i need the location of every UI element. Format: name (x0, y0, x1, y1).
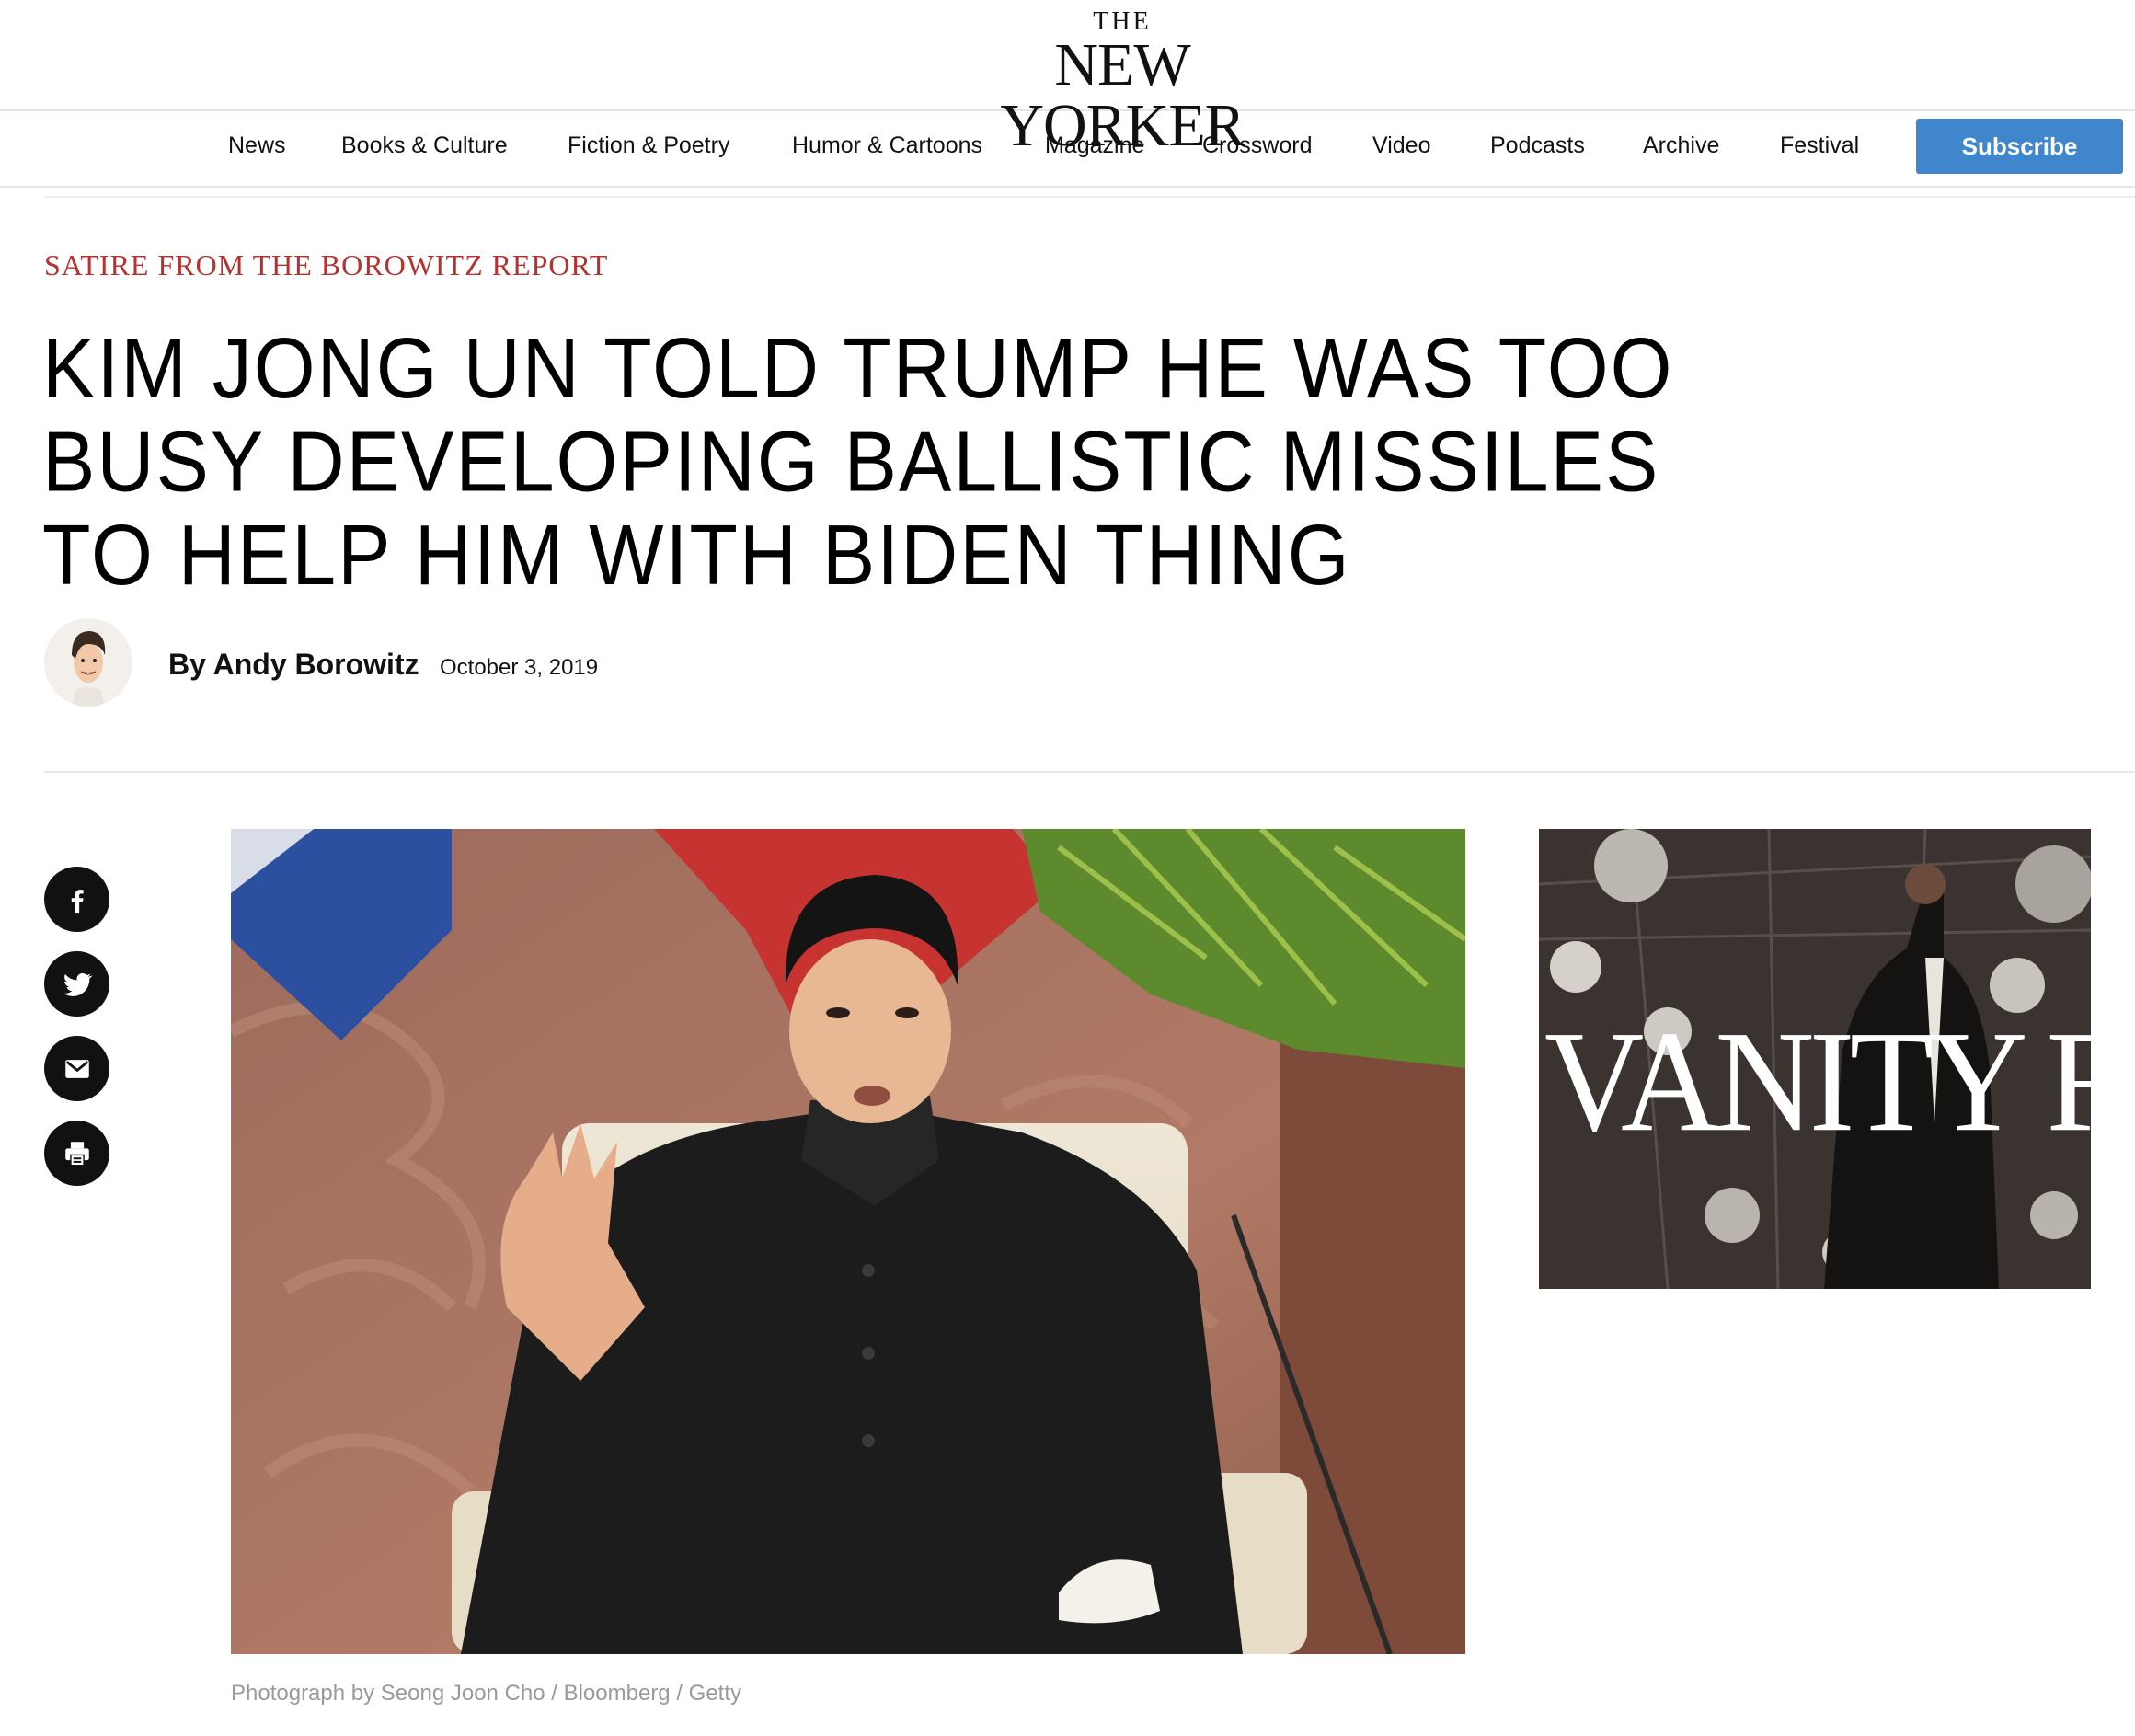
nav-item-fiction-poetry[interactable]: Fiction & Poetry (568, 132, 729, 159)
rubric-link[interactable]: SATIRE FROM THE BOROWITZ REPORT (44, 248, 608, 282)
subscribe-button[interactable]: Subscribe (1916, 119, 2123, 174)
nav-item-news[interactable]: News (228, 132, 286, 159)
nav-item-video[interactable]: Video (1372, 132, 1431, 159)
divider (44, 196, 2135, 198)
divider (44, 771, 2135, 773)
author-avatar[interactable] (44, 618, 132, 707)
author-byline[interactable]: By Andy Borowitz (168, 648, 419, 682)
nav-item-archive[interactable]: Archive (1643, 132, 1719, 159)
lead-photo-image (231, 829, 1465, 1654)
nav-item-crossword[interactable]: Crossword (1202, 132, 1312, 159)
print-button[interactable] (44, 1121, 109, 1186)
publish-date: October 3, 2019 (440, 655, 599, 680)
headline: KIM JONG UN TOLD TRUMP HE WAS TOO BUSY D… (42, 320, 1674, 604)
twitter-share-button[interactable] (44, 951, 109, 1017)
ad-brand-text: VANITY FAI (1544, 1001, 2091, 1162)
nav-item-podcasts[interactable]: Podcasts (1490, 132, 1585, 159)
masthead: THE NEW YORKER (0, 0, 2135, 156)
nav-item-books-culture[interactable]: Books & Culture (341, 132, 508, 159)
nav-item-humor-cartoons[interactable]: Humor & Cartoons (792, 132, 982, 159)
email-icon (64, 1059, 89, 1078)
facebook-share-button[interactable] (44, 867, 109, 932)
twitter-icon (63, 972, 92, 996)
main-nav: News Books & Culture Fiction & Poetry Hu… (0, 110, 2135, 188)
nav-item-magazine[interactable]: Magazine (1045, 132, 1144, 159)
email-share-button[interactable] (44, 1036, 109, 1101)
lead-photo (231, 829, 1465, 1654)
advertisement[interactable]: VANITY FAI (1539, 829, 2091, 1289)
author-illustration (44, 618, 132, 707)
print-icon (64, 1141, 89, 1166)
facebook-icon (71, 889, 84, 913)
photo-caption: Photograph by Seong Joon Cho / Bloomberg… (231, 1681, 742, 1706)
nav-item-festival[interactable]: Festival (1780, 132, 1859, 159)
